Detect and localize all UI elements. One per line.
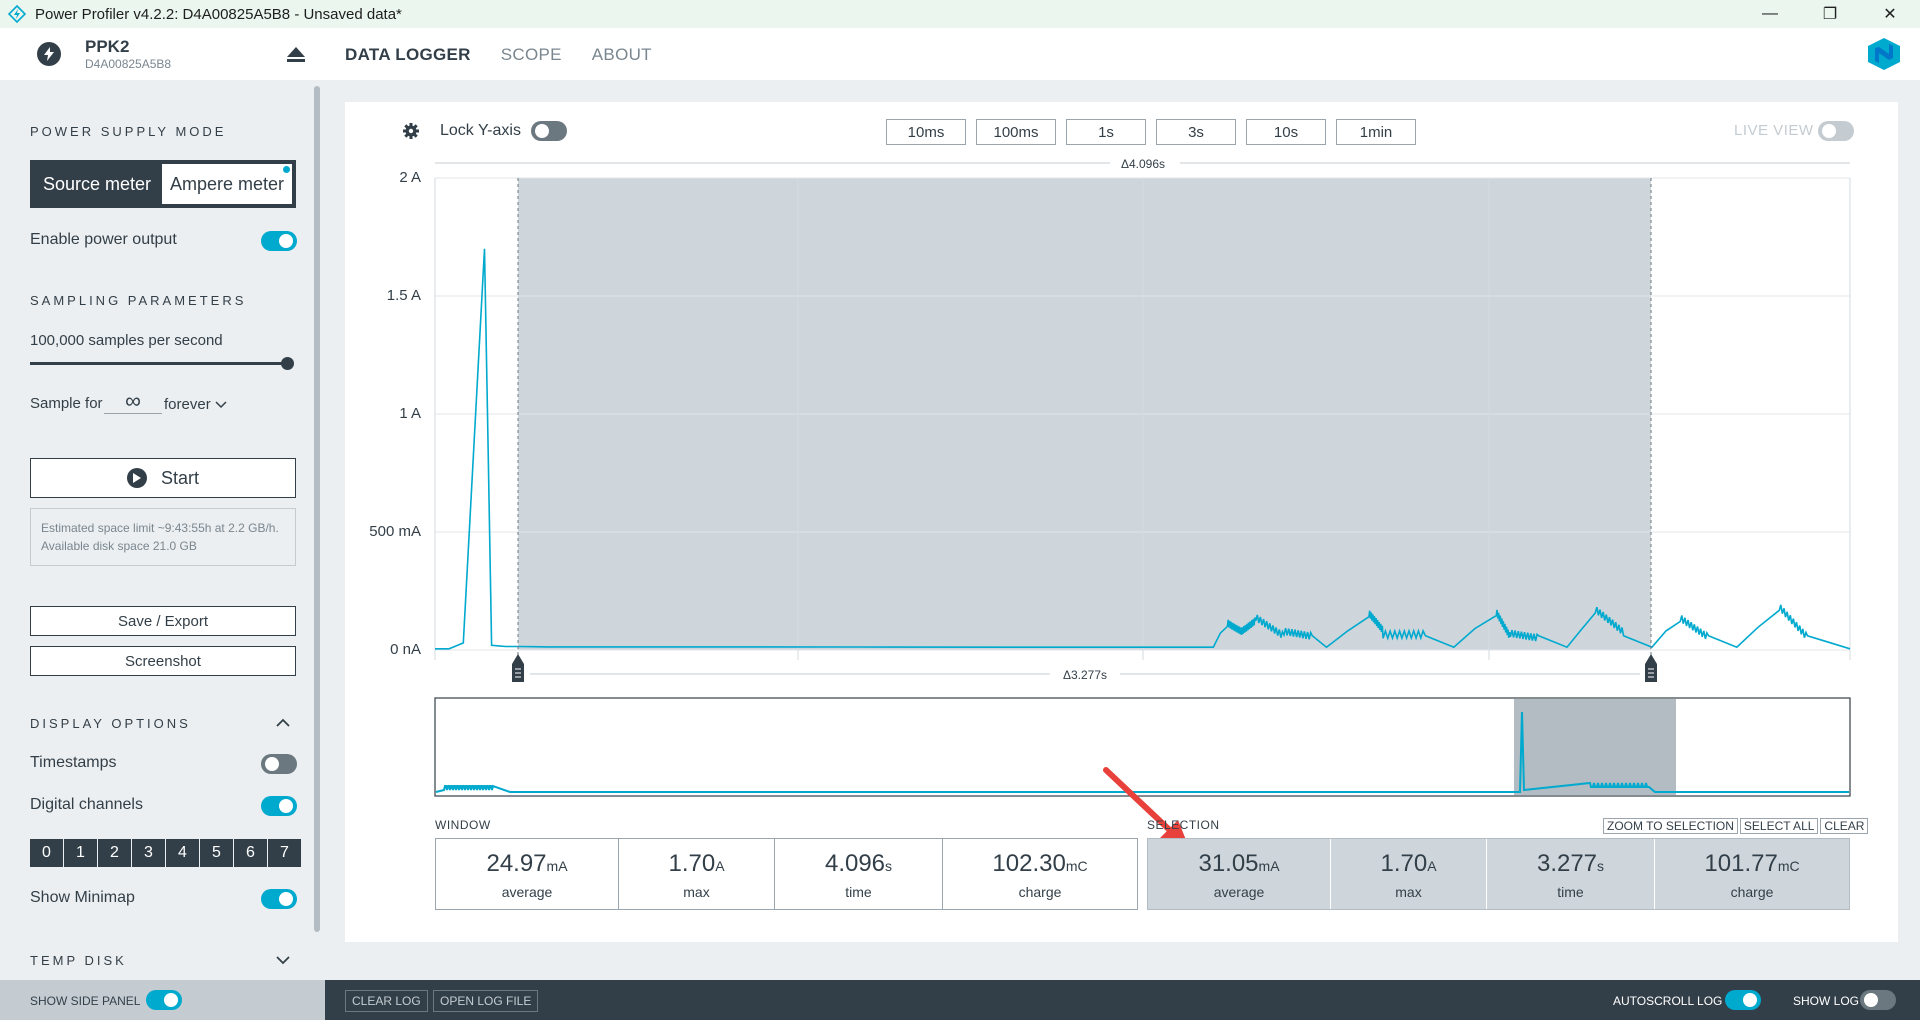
stat-label: time [845, 884, 872, 900]
window-stats-title: WINDOW [435, 818, 491, 832]
y-tick-label: 1.5 A [387, 287, 421, 304]
autoscroll-log-toggle[interactable] [1725, 990, 1761, 1010]
stat-value: 102.30 [992, 850, 1066, 877]
sidepanel-footer: SHOW SIDE PANEL [0, 980, 325, 1020]
stat-value: 4.096 [824, 850, 886, 877]
stat-unit: mA [1258, 858, 1280, 874]
stat-unit: A [1427, 858, 1437, 874]
selection-average: 31.05mA average [1148, 839, 1330, 909]
window-time: 4.096s time [774, 839, 942, 909]
window-charge: 102.30mC charge [942, 839, 1137, 909]
selection-time: 3.277s time [1486, 839, 1654, 909]
zoom-to-selection-button[interactable]: ZOOM TO SELECTION [1603, 818, 1738, 834]
window-max: 1.70A max [618, 839, 774, 909]
y-tick-label: 1 A [399, 405, 421, 422]
show-log-label: SHOW LOG [1793, 994, 1860, 1008]
selection-stats: 31.05mA average 1.70A max 3.277s time 10… [1147, 838, 1850, 910]
y-tick-label: 0 nA [390, 641, 421, 658]
window-stats: 24.97mA average 1.70A max 4.096s time 10… [435, 838, 1138, 910]
stat-value: 1.70 [668, 850, 716, 877]
stat-unit: mC [1065, 858, 1088, 874]
selection-delta-label: Δ3.277s [1063, 668, 1107, 682]
clear-selection-button[interactable]: CLEAR [1820, 818, 1869, 834]
stat-label: max [1395, 884, 1422, 900]
stat-unit: s [1597, 858, 1605, 874]
stat-unit: s [885, 858, 893, 874]
window-average: 24.97mA average [436, 839, 618, 909]
show-side-panel-label: SHOW SIDE PANEL [30, 994, 141, 1008]
selection-handle-left[interactable] [512, 654, 524, 682]
stat-label: average [1213, 884, 1265, 900]
autoscroll-log-label: AUTOSCROLL LOG [1613, 994, 1723, 1008]
selection-max: 1.70A max [1330, 839, 1486, 909]
minimap-window-region[interactable] [1514, 699, 1676, 795]
stat-label: max [683, 884, 710, 900]
selection-charge: 101.77mC charge [1654, 839, 1849, 909]
selection-handle-right[interactable] [1645, 654, 1657, 682]
y-axis-ticks: 2 A 1.5 A 1 A 500 mA 0 nA [369, 169, 421, 658]
window-delta-label: Δ4.096s [1121, 157, 1165, 171]
stat-value: 24.97 [486, 850, 547, 877]
select-all-button[interactable]: SELECT ALL [1739, 818, 1819, 834]
stat-value: 31.05 [1198, 850, 1259, 877]
show-side-panel-toggle[interactable] [146, 990, 182, 1010]
stat-label: time [1557, 884, 1584, 900]
stat-label: average [501, 884, 553, 900]
open-log-file-button[interactable]: OPEN LOG FILE [433, 990, 539, 1012]
y-tick-label: 2 A [399, 169, 421, 186]
stat-label: charge [1018, 884, 1062, 900]
selection-actions: ZOOM TO SELECTION SELECT ALL CLEAR [1601, 818, 1869, 834]
stat-unit: mC [1777, 858, 1800, 874]
stat-unit: mA [546, 858, 568, 874]
y-tick-label: 500 mA [369, 523, 421, 540]
selection-stats-title: SELECTION [1147, 818, 1220, 832]
stat-label: charge [1730, 884, 1774, 900]
log-bar: CLEAR LOG OPEN LOG FILE AUTOSCROLL LOG S… [325, 980, 1920, 1020]
stat-value: 1.70 [1380, 850, 1428, 877]
stat-unit: A [715, 858, 725, 874]
stat-value: 101.77 [1704, 850, 1778, 877]
show-log-toggle[interactable] [1860, 990, 1896, 1010]
clear-log-button[interactable]: CLEAR LOG [345, 990, 428, 1012]
stat-value: 3.277 [1536, 850, 1598, 877]
